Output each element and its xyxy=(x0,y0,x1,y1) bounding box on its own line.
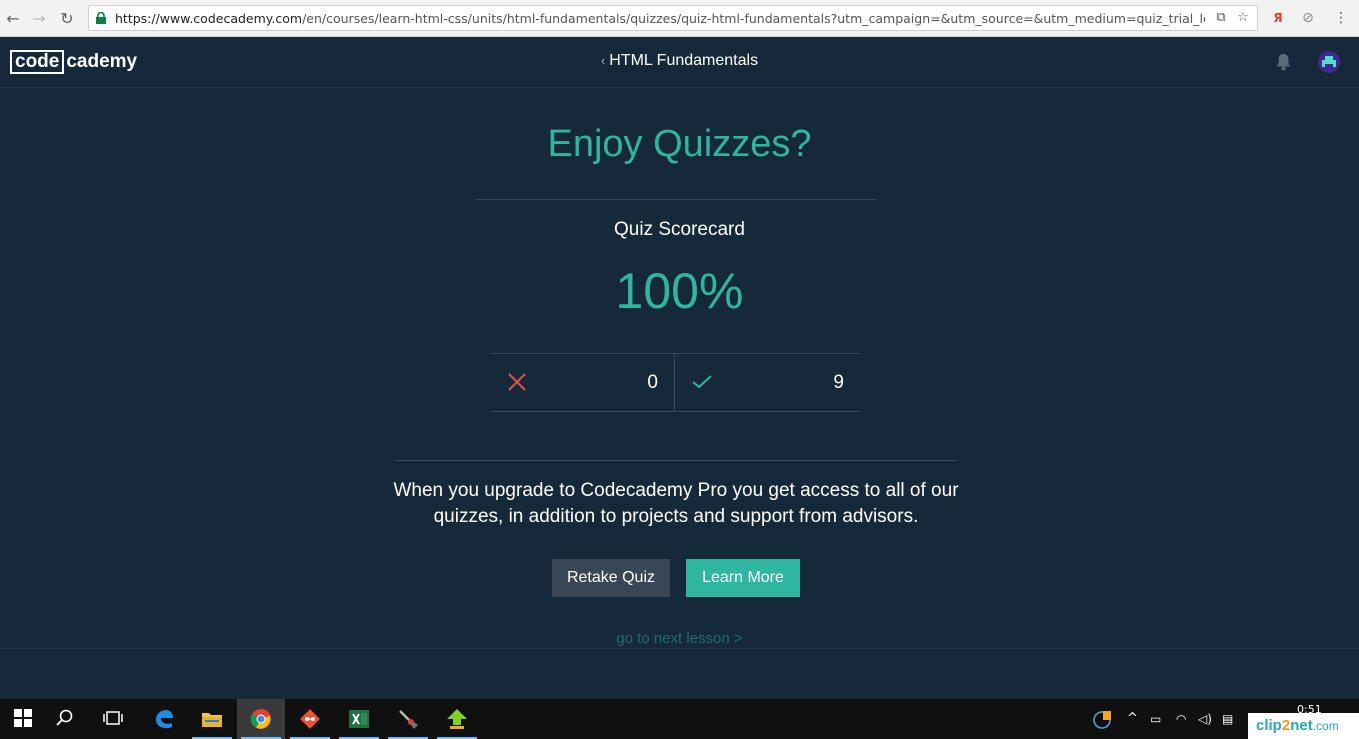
task-view-button[interactable] xyxy=(90,699,138,739)
breadcrumb[interactable]: ‹ HTML Fundamentals xyxy=(0,52,1359,70)
excel-icon xyxy=(349,710,369,728)
site-header: code cademy ‹ HTML Fundamentals xyxy=(0,37,1359,88)
user-avatar[interactable] xyxy=(1318,51,1340,73)
windows-logo-icon xyxy=(14,709,32,727)
page-title: Enjoy Quizzes? xyxy=(547,123,812,165)
breadcrumb-label: HTML Fundamentals xyxy=(609,52,759,69)
cross-icon xyxy=(508,373,526,391)
edge-browser-icon xyxy=(156,710,173,729)
score-percentage: 100% xyxy=(615,263,744,319)
learn-more-button[interactable]: Learn More xyxy=(686,559,800,597)
scorecard-heading: Quiz Scorecard xyxy=(614,219,745,240)
score-breakdown: 0 9 xyxy=(491,353,860,412)
taskbar-file-explorer[interactable] xyxy=(188,699,236,739)
upgrade-promo-text: When you upgrade to Codecademy Pro you g… xyxy=(393,480,959,527)
forward-icon[interactable]: → xyxy=(28,8,50,30)
taskbar-excel[interactable] xyxy=(335,699,383,739)
task-view-icon xyxy=(103,711,123,725)
wrong-answers-stat: 0 xyxy=(491,354,675,411)
reload-icon[interactable]: ↻ xyxy=(56,8,78,30)
translate-icon[interactable]: ⧉ xyxy=(1213,10,1229,25)
taskbar-tool-app[interactable] xyxy=(384,699,432,739)
checkmark-icon xyxy=(692,375,712,389)
taskbar-uploader[interactable] xyxy=(433,699,481,739)
chevron-left-icon: ‹ xyxy=(600,53,606,68)
correct-count: 9 xyxy=(833,372,844,393)
volume-icon[interactable]: ◁) xyxy=(1198,699,1212,739)
divider xyxy=(476,199,876,200)
shovel-icon xyxy=(399,710,418,729)
next-lesson-link[interactable]: go to next lesson > xyxy=(0,630,1359,647)
wrong-count: 0 xyxy=(647,372,658,393)
browser-toolbar: ← → ↻ https://www.codecademy.com/en/cour… xyxy=(0,0,1359,37)
clip2net-watermark: clip2net.com xyxy=(1248,713,1359,739)
tray-update-icon[interactable] xyxy=(1093,711,1111,729)
taskbar-git[interactable] xyxy=(286,699,334,739)
address-bar[interactable]: https://www.codecademy.com/en/courses/le… xyxy=(88,5,1258,31)
windows-taskbar: ^ ▭ ◠ ◁) ▤ ENG 0:51 xyxy=(0,699,1359,739)
action-center-icon[interactable]: ▤ xyxy=(1222,699,1233,739)
taskbar-chrome[interactable] xyxy=(237,699,285,739)
tray-overflow-icon[interactable]: ^ xyxy=(1127,699,1138,739)
chrome-icon xyxy=(250,709,271,729)
browser-menu-icon[interactable]: ⋮ xyxy=(1331,8,1351,28)
search-icon xyxy=(56,709,73,726)
divider xyxy=(0,648,1359,649)
yandex-extension-icon[interactable]: Я xyxy=(1268,8,1288,28)
search-button[interactable] xyxy=(42,699,90,739)
bookmark-star-icon[interactable]: ☆ xyxy=(1235,10,1251,25)
battery-icon[interactable]: ▭ xyxy=(1150,699,1161,739)
start-button[interactable] xyxy=(0,699,48,739)
taskbar-edge[interactable] xyxy=(140,699,188,739)
divider xyxy=(395,460,957,461)
quiz-scorecard-panel: Enjoy Quizzes? Quiz Scorecard 100% 0 9 W… xyxy=(0,88,1359,648)
url-text: https://www.codecademy.com/en/courses/le… xyxy=(115,11,1205,26)
upload-arrow-icon xyxy=(447,709,467,729)
back-icon[interactable]: ← xyxy=(2,8,24,30)
correct-answers-stat: 9 xyxy=(676,354,860,411)
notification-bell-icon[interactable] xyxy=(1275,53,1292,71)
lock-icon xyxy=(96,12,106,24)
git-icon xyxy=(300,709,320,729)
extension-icon[interactable]: ⊘ xyxy=(1298,8,1318,28)
retake-quiz-button[interactable]: Retake Quiz xyxy=(552,559,670,597)
folder-icon xyxy=(202,713,222,727)
wifi-icon[interactable]: ◠ xyxy=(1176,699,1186,739)
